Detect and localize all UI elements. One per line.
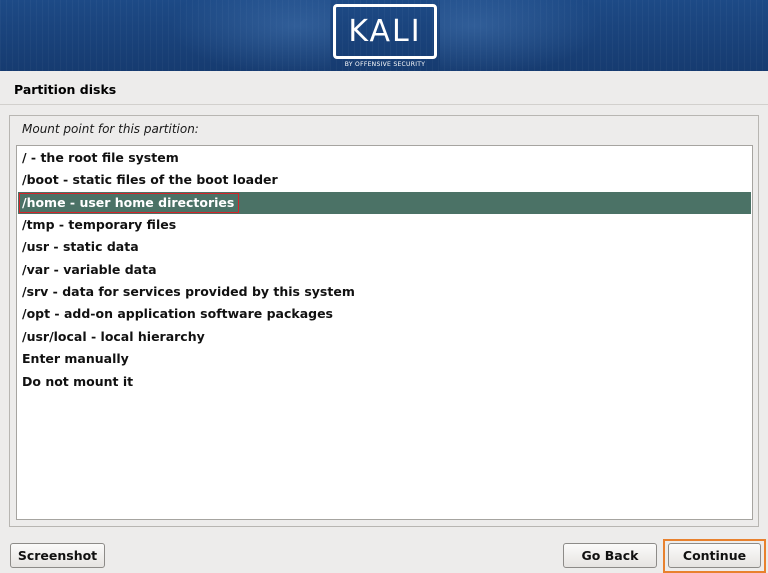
list-item[interactable]: / - the root file system (18, 147, 751, 169)
list-item[interactable]: /srv - data for services provided by thi… (18, 281, 751, 303)
go-back-button[interactable]: Go Back (563, 543, 657, 568)
list-item[interactable]: /usr - static data (18, 236, 751, 258)
list-item-label: /var - variable data (22, 262, 157, 277)
list-item[interactable]: /tmp - temporary files (18, 214, 751, 236)
header-banner: KALI BY OFFENSIVE SECURITY (0, 0, 768, 71)
list-item-label: /boot - static files of the boot loader (22, 172, 278, 187)
list-item-label: /tmp - temporary files (22, 217, 177, 232)
list-item-label: / - the root file system (22, 150, 179, 165)
list-item-label: /usr - static data (22, 239, 139, 254)
mount-point-list[interactable]: / - the root file system /boot - static … (16, 145, 753, 520)
list-item-label: /home - user home directories (22, 195, 235, 210)
continue-button[interactable]: Continue (668, 543, 761, 568)
list-item-label: /srv - data for services provided by thi… (22, 284, 355, 299)
list-item-label: Do not mount it (22, 374, 134, 389)
list-item-label: /usr/local - local hierarchy (22, 329, 205, 344)
list-item[interactable]: /boot - static files of the boot loader (18, 169, 751, 191)
kali-logo: KALI (333, 4, 437, 59)
list-item[interactable]: /var - variable data (18, 259, 751, 281)
page-title: Partition disks (14, 82, 117, 97)
title-divider (0, 104, 768, 105)
dragon-left-decoration (160, 0, 330, 71)
list-item[interactable]: /usr/local - local hierarchy (18, 326, 751, 348)
logo-text: KALI (348, 14, 422, 49)
list-item-label: Enter manually (22, 351, 129, 366)
list-item[interactable]: Enter manually (18, 348, 751, 370)
list-item-label: /opt - add-on application software packa… (22, 306, 333, 321)
list-item[interactable]: Do not mount it (18, 371, 751, 393)
list-item[interactable]: /opt - add-on application software packa… (18, 303, 751, 325)
mount-point-prompt: Mount point for this partition: (22, 122, 199, 136)
logo-subtitle: BY OFFENSIVE SECURITY (344, 61, 426, 68)
screenshot-button[interactable]: Screenshot (10, 543, 105, 568)
dragon-right-decoration (440, 0, 610, 71)
list-item-selected[interactable]: /home - user home directories (18, 192, 751, 214)
